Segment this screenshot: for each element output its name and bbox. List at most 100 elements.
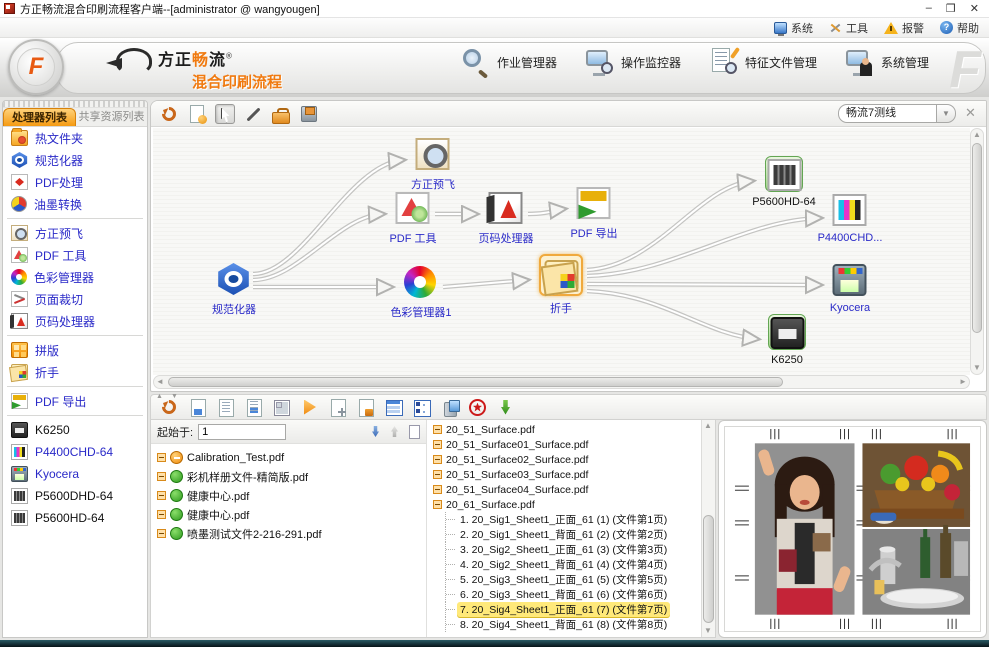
doc-blue-icon[interactable] — [188, 398, 207, 417]
sidebar-item-p4400chd[interactable]: P4400CHD-64 — [3, 441, 147, 463]
sidebar-item-normalizer[interactable]: 规范化器 — [3, 149, 147, 171]
scroll-left-arrow[interactable]: ◄ — [154, 376, 166, 388]
add-page-icon[interactable] — [328, 398, 347, 417]
sidebar-item-p5600dhd[interactable]: P5600DHD-64 — [3, 485, 147, 507]
canvas-vertical-scrollbar[interactable]: ▲ ▼ — [970, 128, 984, 375]
sidebar-item-k6250[interactable]: K6250 — [3, 419, 147, 441]
founder-logo-button[interactable]: F — [8, 39, 64, 95]
sidebar-item-preflight[interactable]: 方正预飞 — [3, 222, 147, 244]
node-color-manager[interactable]: 色彩管理器1 — [379, 264, 463, 320]
save-icon[interactable] — [299, 104, 319, 124]
move-down-icon[interactable] — [369, 425, 382, 438]
canvas-horizontal-scrollbar[interactable]: ◄ ► — [153, 375, 970, 389]
node-preflight[interactable]: 方正预飞 — [391, 136, 475, 192]
expand-icon[interactable] — [433, 470, 442, 479]
page-row[interactable]: 5. 20_Sig3_Sheet1_正面_61 (5) (文件第5页) — [433, 572, 701, 587]
page-row[interactable]: 6. 20_Sig3_Sheet1_背面_61 (6) (文件第6页) — [433, 587, 701, 602]
download-arrow-icon[interactable] — [496, 398, 515, 417]
new-workflow-icon[interactable] — [187, 104, 207, 124]
sidebar-item-pdf-process[interactable]: PDF处理 — [3, 171, 147, 193]
node-folding-selected[interactable]: 折手 — [519, 254, 603, 316]
sidebar-item-page-number[interactable]: 页码处理器 — [3, 310, 147, 332]
select-cursor-icon[interactable] — [215, 104, 235, 124]
list-view-icon[interactable] — [412, 398, 431, 417]
node-p4400chd[interactable]: P4400CHD... — [808, 192, 892, 244]
expand-icon[interactable] — [157, 472, 166, 481]
job-row[interactable]: 喷墨测试文件2-216-291.pdf — [153, 524, 424, 543]
page-row[interactable]: 2. 20_Sig1_Sheet1_背面_61 (2) (文件第2页) — [433, 527, 701, 542]
start-job-icon[interactable] — [300, 398, 319, 417]
job-row[interactable]: 健康中心.pdf — [153, 505, 424, 524]
start-at-input[interactable] — [198, 424, 286, 440]
sidebar-item-folding[interactable]: 折手 — [3, 361, 147, 383]
surface-row[interactable]: 20_51_Surface04_Surface.pdf — [433, 482, 701, 497]
sidebar-item-hot-folder[interactable]: 热文件夹 — [3, 127, 147, 149]
node-normalizer[interactable]: 规范化器 — [192, 261, 276, 317]
node-k6250[interactable]: K6250 — [745, 314, 829, 366]
horizontal-scroll-thumb[interactable] — [168, 377, 783, 387]
expand-icon[interactable] — [433, 440, 442, 449]
job-row[interactable]: Calibration_Test.pdf — [153, 448, 424, 467]
minimize-button[interactable]: – — [926, 2, 932, 15]
tab-processor-list[interactable]: 处理器列表 — [3, 108, 76, 126]
scroll-down-arrow[interactable]: ▼ — [971, 362, 983, 374]
workflow-selector-value[interactable]: 畅流7测线 — [838, 104, 937, 123]
menu-tools[interactable]: 工具 — [829, 20, 868, 36]
scroll-up-arrow[interactable]: ▲ — [971, 129, 983, 141]
sidebar-item-ink-convert[interactable]: 油墨转换 — [3, 193, 147, 215]
menu-system[interactable]: 系统 — [774, 20, 813, 36]
lock-case-icon[interactable] — [271, 106, 291, 126]
expand-icon[interactable] — [157, 510, 166, 519]
page-row[interactable]: 1. 20_Sig1_Sheet1_正面_61 (1) (文件第1页) — [433, 512, 701, 527]
thumbnail-grid-icon[interactable] — [272, 398, 291, 417]
refresh-icon[interactable] — [159, 397, 179, 417]
scroll-right-arrow[interactable]: ► — [957, 376, 969, 388]
workflow-canvas[interactable]: 规范化器 方正预飞 PDF 工具 页码处理器 PDF 导出 — [153, 128, 970, 375]
undo-icon[interactable] — [159, 104, 179, 124]
menu-help[interactable]: ?帮助 — [940, 20, 979, 36]
nav-profile-management[interactable]: 特征文件管理 — [707, 46, 817, 78]
expand-icon[interactable] — [157, 453, 166, 462]
workflow-close-icon[interactable]: ✕ — [963, 106, 978, 121]
menu-alarm[interactable]: 报警 — [884, 20, 924, 36]
surface-row-expanded[interactable]: 20_61_Surface.pdf — [433, 497, 701, 512]
sidebar-item-color-manager[interactable]: 色彩管理器 — [3, 266, 147, 288]
sidebar-grip[interactable] — [3, 101, 147, 108]
nav-operation-monitor[interactable]: 操作监控器 — [583, 46, 681, 78]
sidebar-item-page-crop[interactable]: 页面裁切 — [3, 288, 147, 310]
recycle-icon[interactable] — [440, 398, 459, 417]
nav-system-management[interactable]: 系统管理 — [843, 46, 929, 78]
sidebar-item-kyocera[interactable]: Kyocera — [3, 463, 147, 485]
expand-icon[interactable] — [433, 485, 442, 494]
expand-icon[interactable] — [157, 491, 166, 500]
expand-icon[interactable] — [157, 529, 166, 538]
surface-row[interactable]: 20_51_Surface01_Surface.pdf — [433, 437, 701, 452]
connect-line-icon[interactable] — [243, 104, 263, 124]
maximize-button[interactable]: ❒ — [946, 2, 956, 15]
page-row-selected[interactable]: 7. 20_Sig4_Sheet1_正面_61 (7) (文件第7页) — [433, 602, 701, 617]
tab-shared-resources[interactable]: 共享资源列表 — [76, 108, 147, 126]
page-row[interactable]: 8. 20_Sig4_Sheet1_背面_61 (8) (文件第8页) — [433, 617, 701, 632]
scroll-down-arrow[interactable]: ▼ — [702, 625, 714, 637]
expand-icon[interactable] — [433, 455, 442, 464]
surface-row[interactable]: 20_51_Surface03_Surface.pdf — [433, 467, 701, 482]
doc-report-icon[interactable] — [244, 398, 263, 417]
page-row[interactable]: 4. 20_Sig2_Sheet1_背面_61 (4) (文件第4页) — [433, 557, 701, 572]
node-kyocera[interactable]: Kyocera — [808, 262, 892, 314]
sidebar-item-pdf-export[interactable]: PDF 导出 — [3, 390, 147, 412]
table-view-icon[interactable] — [384, 398, 403, 417]
scroll-up-arrow[interactable]: ▲ — [702, 420, 714, 432]
node-pdf-tool[interactable]: PDF 工具 — [371, 190, 455, 246]
sidebar-item-p5600hd[interactable]: P5600HD-64 — [3, 507, 147, 529]
vertical-scroll-thumb[interactable] — [972, 143, 982, 333]
surface-row[interactable]: 20_51_Surface02_Surface.pdf — [433, 452, 701, 467]
node-pdf-export[interactable]: PDF 导出 — [552, 185, 636, 241]
stamp-page-icon[interactable] — [356, 398, 375, 417]
page-preview-panel[interactable] — [718, 420, 987, 638]
sidebar-item-pdf-tool[interactable]: PDF 工具 — [3, 244, 147, 266]
surface-row[interactable]: 20_51_Surface.pdf — [433, 422, 701, 437]
sidebar-item-imposition[interactable]: 拼版 — [3, 339, 147, 361]
expand-icon[interactable] — [433, 425, 442, 434]
doc-text-icon[interactable] — [216, 398, 235, 417]
close-button[interactable]: ✕ — [970, 2, 979, 15]
